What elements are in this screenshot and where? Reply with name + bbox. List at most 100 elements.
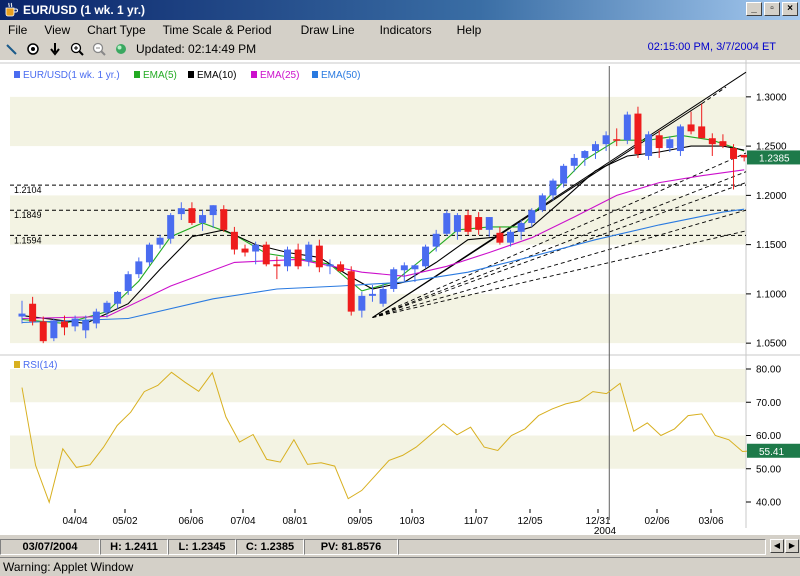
rsi-tick-label: 80.00 bbox=[756, 365, 781, 376]
candle-body bbox=[655, 135, 663, 149]
chart-area[interactable]: 1.3000 1.2500 1.2000 1.1500 1.1000 1.0500 80.0… bbox=[0, 60, 800, 535]
candle-body bbox=[114, 291, 122, 304]
candle-body bbox=[315, 245, 323, 268]
candle-body bbox=[591, 144, 599, 152]
price-value-text: 1.2385 bbox=[759, 153, 790, 164]
minimize-button[interactable]: _ bbox=[746, 2, 762, 16]
candle-body bbox=[570, 157, 578, 166]
maximize-button[interactable]: ▫ bbox=[764, 2, 780, 16]
candle-body bbox=[262, 244, 270, 265]
rsi-tick-label: 60.00 bbox=[756, 431, 781, 442]
menu-draw-line[interactable]: Draw Line bbox=[293, 23, 364, 37]
candle-body bbox=[326, 264, 334, 267]
candle-body bbox=[443, 213, 451, 234]
candle-body bbox=[496, 232, 504, 243]
rsi-value-text: 55.41 bbox=[759, 447, 784, 458]
candle-body bbox=[156, 237, 164, 245]
status-date: 03/07/2004 bbox=[0, 539, 100, 555]
candle-body bbox=[453, 215, 461, 232]
menu-file[interactable]: File bbox=[0, 23, 36, 37]
rsi-tick-label: 50.00 bbox=[756, 464, 781, 475]
zoom-in-icon[interactable] bbox=[66, 41, 88, 57]
candle-body bbox=[135, 261, 143, 275]
zoom-out-icon[interactable] bbox=[88, 41, 110, 57]
candle-body bbox=[199, 215, 207, 223]
applet-warning: Warning: Applet Window bbox=[0, 557, 800, 576]
candle-body bbox=[666, 139, 674, 149]
candle-body bbox=[400, 265, 408, 271]
title-bar: EUR/USD (1 wk. 1 yr.) _ ▫ × bbox=[0, 0, 800, 20]
x-tick-label: 04/04 bbox=[62, 516, 87, 527]
candle-body bbox=[602, 135, 610, 145]
legend-swatch bbox=[188, 71, 194, 78]
legend-swatch bbox=[312, 71, 318, 78]
candle-body bbox=[368, 293, 376, 296]
x-tick-label: 11/07 bbox=[464, 516, 489, 527]
candle-body bbox=[252, 244, 260, 252]
fib-level-label: 1.1849 bbox=[14, 210, 42, 220]
down-arrow-icon[interactable] bbox=[44, 41, 66, 57]
price-tick-label: 1.1000 bbox=[756, 289, 787, 300]
menu-indicators[interactable]: Indicators bbox=[372, 23, 441, 37]
window-title: EUR/USD (1 wk. 1 yr.) bbox=[23, 3, 146, 17]
candle-body bbox=[337, 264, 345, 272]
status-high: H: 1.2411 bbox=[100, 539, 168, 555]
legend-entry: EMA(10) bbox=[197, 70, 236, 81]
candle-body bbox=[538, 195, 546, 211]
candle-body bbox=[528, 210, 536, 223]
x-tick-label: 09/05 bbox=[347, 516, 372, 527]
menu-help[interactable]: Help bbox=[449, 23, 491, 37]
x-tick-label: 05/02 bbox=[112, 516, 137, 527]
x-tick-label: 08/01 bbox=[282, 516, 307, 527]
candle-body bbox=[687, 124, 695, 132]
candle-body bbox=[29, 303, 37, 322]
menu-chart-type[interactable]: Chart Type bbox=[79, 23, 154, 37]
candle-body bbox=[730, 148, 738, 159]
status-empty bbox=[398, 539, 766, 555]
candle-body bbox=[188, 208, 196, 223]
x-tick-label: 03/06 bbox=[698, 516, 723, 527]
scroll-right-button[interactable]: ▶ bbox=[785, 539, 799, 553]
x-tick-label: 12/05 bbox=[517, 516, 542, 527]
crosshair-icon[interactable] bbox=[22, 41, 44, 57]
legend-swatch bbox=[251, 71, 257, 78]
candle-body bbox=[92, 311, 100, 324]
candle-body bbox=[390, 269, 398, 289]
candle-body bbox=[676, 126, 684, 152]
candle-body bbox=[645, 134, 653, 156]
rsi-tick-label: 70.00 bbox=[756, 398, 781, 409]
candle-body bbox=[294, 249, 302, 267]
candle-body bbox=[719, 141, 727, 147]
candle-body bbox=[464, 215, 472, 232]
price-band bbox=[10, 195, 746, 245]
candle-body bbox=[581, 151, 589, 158]
candle-body bbox=[347, 271, 355, 312]
scroll-left-button[interactable]: ◀ bbox=[770, 539, 784, 553]
x-tick-label: 10/03 bbox=[399, 516, 424, 527]
fib-level-label: 1.1594 bbox=[14, 235, 42, 245]
menu-time-scale[interactable]: Time Scale & Period bbox=[155, 23, 281, 37]
candle-body bbox=[613, 139, 621, 141]
fib-level-label: 1.2104 bbox=[14, 185, 42, 195]
candle-body bbox=[18, 313, 26, 317]
candle-body bbox=[241, 248, 249, 253]
chart-svg[interactable]: 1.30001.25001.20001.15001.10001.050080.0… bbox=[0, 60, 800, 535]
menu-view[interactable]: View bbox=[36, 23, 79, 37]
java-cup-icon bbox=[5, 2, 18, 17]
line-draw-icon[interactable] bbox=[0, 41, 22, 57]
menu-bar: File View Chart Type Time Scale & Period… bbox=[0, 20, 800, 40]
close-button[interactable]: × bbox=[782, 2, 798, 16]
candle-body bbox=[103, 302, 111, 313]
candle-body bbox=[177, 208, 185, 215]
status-close: C: 1.2385 bbox=[236, 539, 304, 555]
price-tick-label: 1.1500 bbox=[756, 240, 787, 251]
candle-body bbox=[708, 138, 716, 145]
refresh-icon[interactable] bbox=[110, 41, 132, 57]
updated-time: Updated: 02:14:49 PM bbox=[136, 42, 257, 56]
candle-body bbox=[273, 264, 281, 267]
x-tick-label: 06/06 bbox=[178, 516, 203, 527]
clock-readout: 02:15:00 PM, 3/7/2004 ET bbox=[647, 41, 776, 53]
candle-body bbox=[485, 217, 493, 230]
candle-body bbox=[549, 180, 557, 196]
candle-body bbox=[305, 244, 313, 262]
